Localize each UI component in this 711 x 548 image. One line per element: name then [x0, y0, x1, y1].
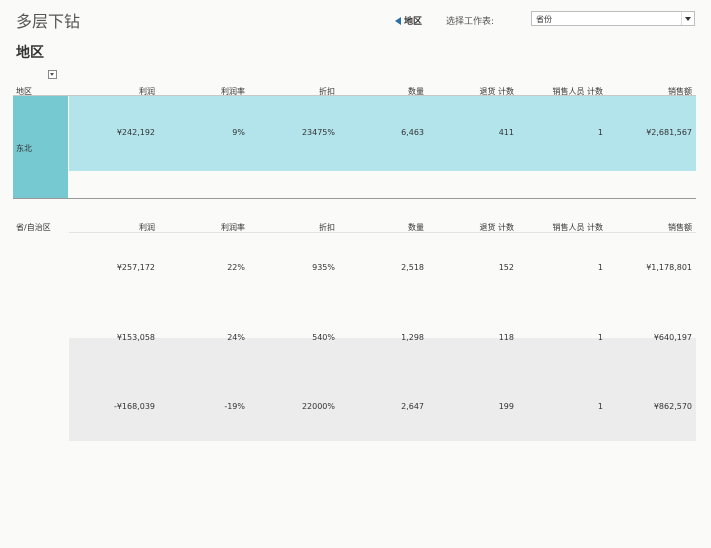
- row-header-province: 省/自治区: [16, 223, 51, 232]
- cell-profit-rate: 22%: [227, 263, 245, 272]
- cell-salesperson-count: 1: [597, 263, 603, 272]
- cell-discount: 22000%: [301, 402, 335, 411]
- sheet-selector-label: 选择工作表:: [446, 17, 495, 27]
- cell-profit: ¥242,192: [116, 128, 155, 137]
- cell-profit-rate: 24%: [227, 333, 245, 342]
- cell-quantity: 2,518: [401, 263, 424, 272]
- cell-sales: ¥862,570: [653, 402, 692, 411]
- sheet-selector-value: 省份: [536, 15, 552, 24]
- cell-profit: -¥168,039: [113, 402, 155, 411]
- alternate-row-band: [69, 338, 696, 441]
- region-label[interactable]: 东北: [16, 143, 32, 154]
- cell-quantity: 1,298: [401, 333, 424, 342]
- sheet-selector-dropdown[interactable]: 省份: [531, 11, 695, 26]
- cell-quantity: 2,647: [401, 402, 424, 411]
- cell-returns-count: 411: [498, 128, 514, 137]
- page-title: 多层下钻: [16, 12, 81, 31]
- cell-discount: 23475%: [301, 128, 335, 137]
- header-divider: [69, 232, 696, 233]
- cell-sales: ¥1,178,801: [646, 263, 692, 272]
- cell-returns-count: 199: [498, 402, 514, 411]
- cell-sales: ¥2,681,567: [646, 128, 692, 137]
- cell-profit-rate: -19%: [224, 402, 245, 411]
- cell-returns-count: 118: [498, 333, 514, 342]
- cell-salesperson-count: 1: [597, 128, 603, 137]
- section-title: 地区: [16, 45, 44, 61]
- drill-up-label: 地区: [404, 17, 423, 27]
- cell-salesperson-count: 1: [597, 402, 603, 411]
- drill-up-button[interactable]: 地区: [395, 14, 422, 27]
- cell-sales: ¥640,197: [653, 333, 692, 342]
- cell-returns-count: 152: [498, 263, 514, 272]
- sort-icon[interactable]: [48, 70, 57, 79]
- cell-quantity: 6,463: [401, 128, 424, 137]
- cell-discount: 540%: [312, 333, 335, 342]
- cell-profit: ¥257,172: [116, 263, 155, 272]
- chevron-down-icon[interactable]: [681, 12, 694, 25]
- cell-profit: ¥153,058: [116, 333, 155, 342]
- back-arrow-icon: [395, 17, 401, 25]
- cell-salesperson-count: 1: [597, 333, 603, 342]
- cell-profit-rate: 9%: [232, 128, 245, 137]
- table-divider: [13, 198, 696, 199]
- cell-discount: 935%: [312, 263, 335, 272]
